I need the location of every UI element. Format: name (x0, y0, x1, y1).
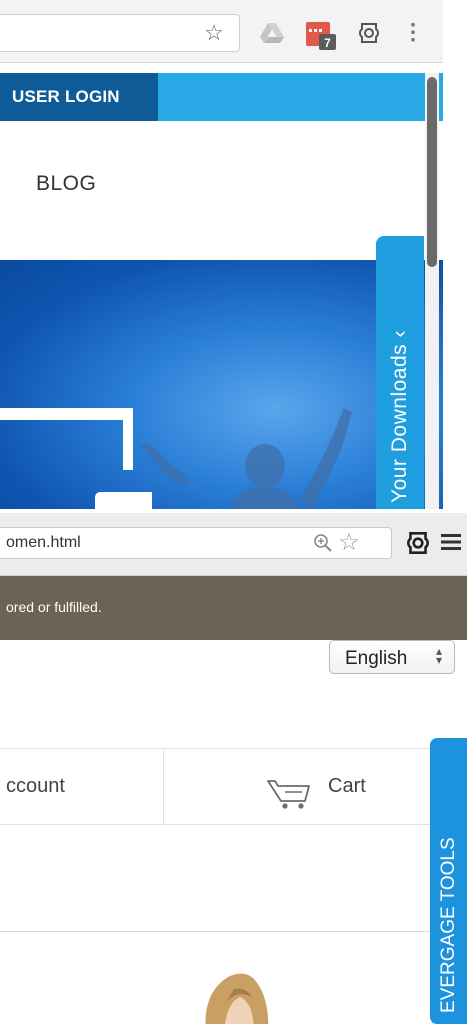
notice-banner-text: ored or fulfilled. (6, 599, 102, 615)
select-arrows-icon: ▴ ▾ (435, 644, 443, 667)
scrollbar-thumb[interactable] (427, 77, 437, 267)
nav-divider-top (0, 748, 432, 749)
bottom-browser-window: omen.html ☆ ored or fulfilled. English ▴… (0, 513, 467, 1024)
calendar-extension-icon[interactable]: 7 (306, 20, 336, 50)
evergage-tools-label: EVERGAGE TOOLS (438, 837, 459, 1013)
nav-divider-vertical (163, 748, 164, 825)
bookmark-star-icon[interactable]: ☆ (201, 20, 227, 46)
chevron-icon: ‹ (388, 329, 411, 338)
google-drive-icon[interactable] (259, 22, 285, 44)
calendar-badge: 7 (324, 36, 331, 50)
cart-icon[interactable] (267, 777, 311, 811)
top-browser-window: ☆ 7 ⋮ USER LOGIN BLOG Your Downloads ‹ (0, 0, 443, 509)
your-downloads-label: Your Downloads ‹ (385, 243, 415, 503)
nav-divider-bottom (0, 824, 432, 825)
blog-nav-link[interactable]: BLOG (36, 172, 96, 196)
cart-nav-link[interactable]: Cart (328, 775, 366, 798)
hamburger-menu-icon[interactable] (440, 531, 462, 553)
user-login-button[interactable]: USER LOGIN (0, 73, 158, 121)
account-nav-link[interactable]: ccount (6, 775, 65, 798)
zoom-in-icon[interactable] (313, 533, 333, 553)
evergage-extension-icon[interactable] (404, 529, 432, 557)
bookmark-star-icon[interactable]: ☆ (334, 529, 364, 557)
address-bar-url: omen.html (6, 534, 81, 551)
your-downloads-text: Your Downloads (388, 343, 411, 503)
vertical-dots-icon[interactable]: ⋮ (402, 20, 424, 46)
evergage-extension-icon[interactable] (356, 20, 382, 46)
model-photo (205, 973, 269, 1024)
language-select-value: English (345, 648, 408, 669)
